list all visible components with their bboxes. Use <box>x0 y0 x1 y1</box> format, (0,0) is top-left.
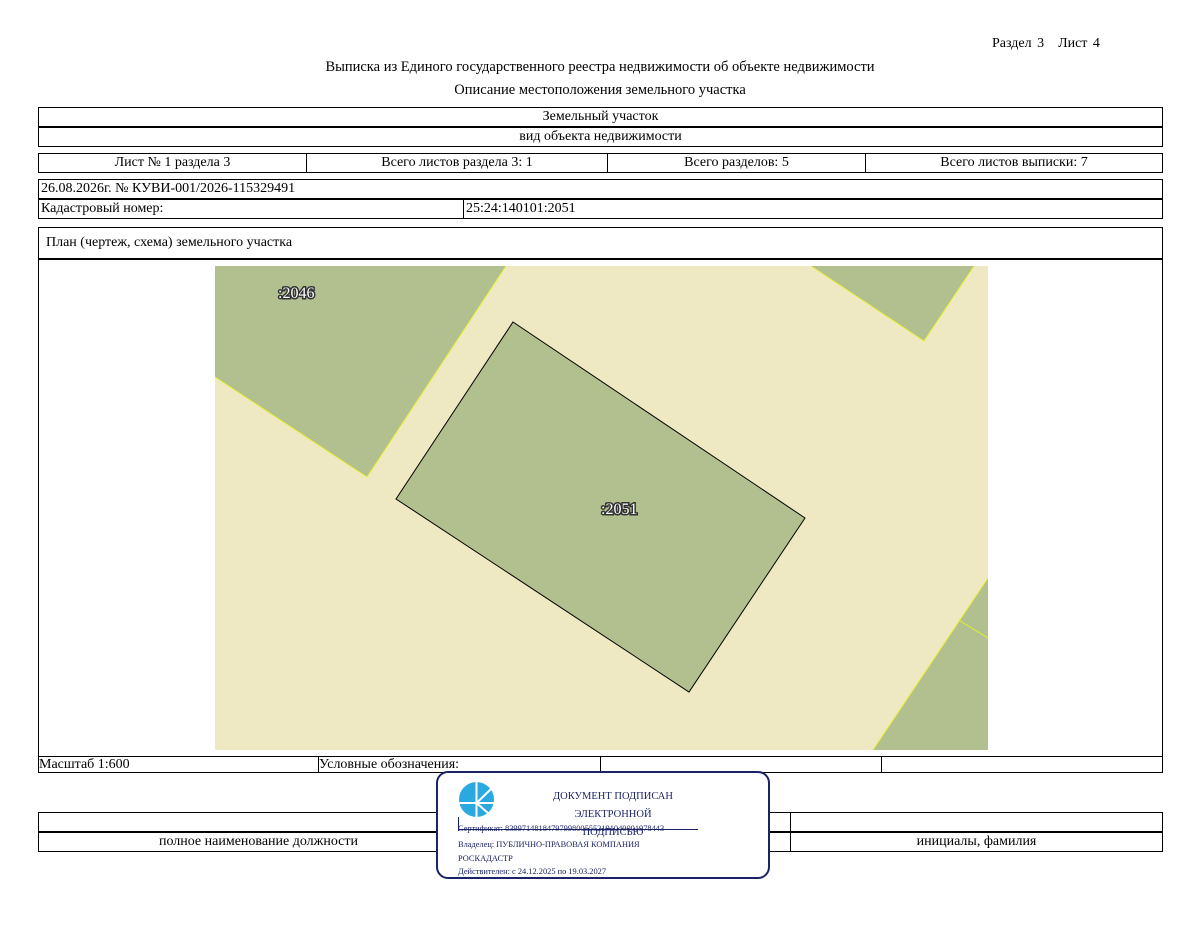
sheets-row: Лист № 1 раздела 3 Всего листов раздела … <box>38 153 1163 173</box>
document-subtitle: Описание местоположения земельного участ… <box>454 82 746 98</box>
sheet-label: Лист 4 <box>1058 36 1100 51</box>
legend-cell-empty-1 <box>601 757 882 772</box>
total-section-sheets: Всего листов раздела 3: 1 <box>307 154 608 172</box>
cadastral-label: Кадастровый номер: <box>39 200 464 218</box>
legend-cell-empty-2 <box>882 757 1162 772</box>
position-caption: полное наименование должности <box>39 833 479 851</box>
section-sheet-label: Раздел 3 Лист 4 <box>992 36 1100 52</box>
stamp-owner-line2: РОСКАДАСТР <box>458 854 513 863</box>
object-type-caption: вид объекта недвижимости <box>38 127 1163 147</box>
stamp-validity: Действителен: с 24.12.2025 по 19.03.2027 <box>458 867 607 876</box>
stamp-certificate: Сертификат: 8399714818479799800555219104… <box>458 824 665 833</box>
stamp-title: ДОКУМЕНТ ПОДПИСАН ЭЛЕКТРОННОЙ ПОДПИСЬЮ <box>543 788 683 842</box>
cadastral-row: Кадастровый номер: 25:24:140101:2051 <box>38 199 1163 219</box>
sheet-number: Лист № 1 раздела 3 <box>39 154 307 172</box>
document-title: Выписка из Единого государственного реес… <box>325 59 875 75</box>
section-label: Раздел 3 <box>992 36 1045 51</box>
roskadastr-logo-icon <box>459 782 494 817</box>
record-date-number: 26.08.2026г. № КУВИ-001/2026-115329491 <box>38 179 1163 199</box>
electronic-signature-stamp: ДОКУМЕНТ ПОДПИСАН ЭЛЕКТРОННОЙ ПОДПИСЬЮ С… <box>436 771 770 879</box>
legend-label: Условные обозначения: <box>319 757 601 772</box>
label-parcel-2051: :2051 <box>601 501 637 518</box>
scale-label: Масштаб 1:600 <box>39 757 319 772</box>
plan-title: План (чертеж, схема) земельного участка <box>38 227 1163 260</box>
stamp-title-line1: ДОКУМЕНТ ПОДПИСАН <box>553 791 673 802</box>
cadastral-number: 25:24:140101:2051 <box>466 201 576 216</box>
stamp-owner-line1: Владелец: ПУБЛИЧНО-ПРАВОВАЯ КОМПАНИЯ <box>458 840 640 849</box>
total-sections: Всего разделов: 5 <box>608 154 866 172</box>
total-extract-sheets: Всего листов выписки: 7 <box>940 155 1088 170</box>
object-type: Земельный участок <box>38 107 1163 127</box>
name-caption: инициалы, фамилия <box>916 834 1037 849</box>
label-parcel-2046: :2046 <box>278 285 314 302</box>
signature-cell-name <box>791 813 1162 831</box>
parcel-plan-map: :2046 :2051 <box>215 266 988 750</box>
